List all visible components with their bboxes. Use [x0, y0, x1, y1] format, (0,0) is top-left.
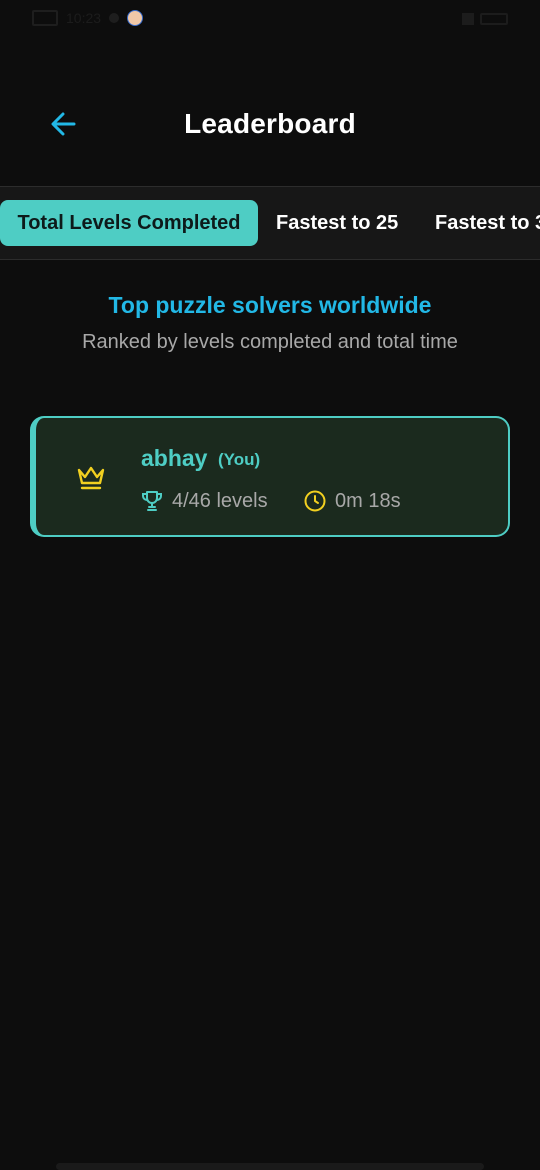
status-bar: 10:23: [0, 0, 540, 40]
notification-icon: [32, 10, 58, 26]
leaderboard-entry[interactable]: abhay (You) 4/46 levels 0m 18s: [30, 416, 510, 537]
page-title: Leaderboard: [184, 108, 356, 139]
app-header: Leaderboard: [0, 90, 540, 160]
tab-fastest-25[interactable]: Fastest to 25: [276, 200, 398, 246]
player-name: abhay: [141, 445, 208, 471]
you-badge: (You): [218, 450, 261, 469]
clock-icon: [304, 490, 326, 512]
total-time: 0m 18s: [335, 489, 401, 512]
section-title: Top puzzle solvers worldwide: [108, 292, 432, 318]
app-avatar-icon: [127, 10, 144, 26]
levels-stat: 4/46 levels: [140, 488, 268, 514]
crown-icon: [77, 466, 105, 490]
status-right: [462, 13, 508, 25]
tab-fastest-3[interactable]: Fastest to 3: [435, 200, 540, 246]
status-left: 10:23: [32, 10, 144, 26]
home-indicator[interactable]: [56, 1163, 484, 1170]
time-stat: 0m 18s: [303, 488, 401, 514]
trophy-icon: [142, 491, 162, 511]
battery-icon: [480, 13, 508, 25]
signal-icon: [462, 13, 474, 25]
levels-count: 4/46 levels: [172, 489, 268, 512]
status-time: 10:23: [66, 10, 102, 26]
tab-bar: Total Levels Completed Fastest to 25 Fas…: [0, 186, 540, 260]
tab-total-levels[interactable]: Total Levels Completed: [0, 200, 258, 246]
section-subtitle: Ranked by levels completed and total tim…: [82, 331, 458, 353]
notification-dot-icon: [109, 13, 120, 23]
